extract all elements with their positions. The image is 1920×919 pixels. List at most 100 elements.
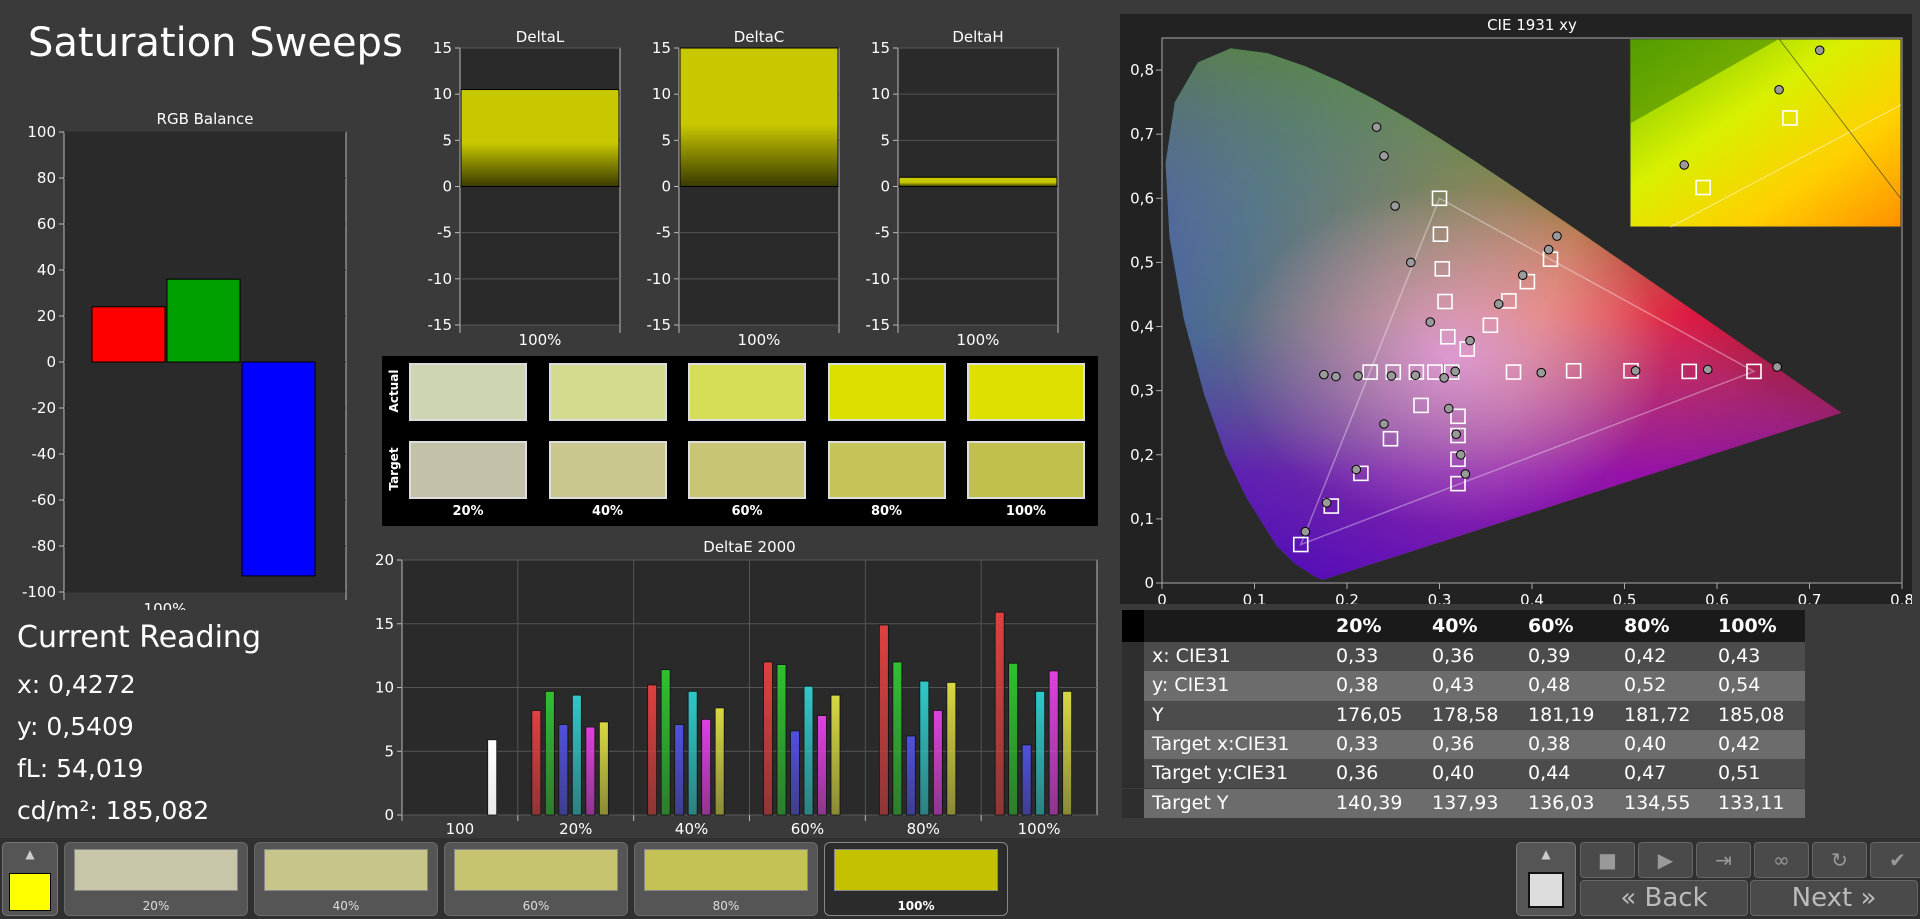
delta-e-bar <box>647 684 658 816</box>
table-cell: 176,05 <box>1336 703 1403 726</box>
thumb-label: 40% <box>332 899 360 913</box>
target-swatch <box>967 441 1085 499</box>
row-label: Target Y <box>1152 791 1229 814</box>
thumb-swatch <box>834 849 998 891</box>
y-tick-label: -5 <box>437 224 452 242</box>
table-cell: 178,58 <box>1432 703 1499 726</box>
chevron-up-icon[interactable]: ▲ <box>20 846 40 862</box>
swatch-panel: Actual Target 20% 40% 60% 80% 100% <box>382 356 1098 526</box>
y-tick-label: 0,2 <box>1130 446 1154 464</box>
actual-marker <box>1552 231 1562 241</box>
y-tick-label: -15 <box>866 316 891 334</box>
delta-e-bar <box>803 685 814 816</box>
back-button[interactable]: « Back <box>1580 880 1748 916</box>
y-tick-label: 10 <box>375 679 394 697</box>
y-tick-label: 0,8 <box>1130 61 1154 79</box>
actual-marker <box>1455 449 1466 460</box>
delta-e-bar <box>660 669 671 816</box>
actual-marker <box>1300 526 1311 537</box>
current-reading-title: Current Reading <box>17 620 261 655</box>
x-tick-label: 0,5 <box>1613 591 1637 604</box>
thumb-swatch <box>454 849 618 891</box>
next-button[interactable]: Next » <box>1750 880 1918 916</box>
rgb-bar <box>166 278 241 363</box>
actual-marker <box>1630 365 1641 376</box>
delta-e-bar <box>994 611 1005 816</box>
table-cell: 0,38 <box>1528 732 1571 755</box>
actual-marker <box>1410 370 1421 381</box>
window-pattern-icon <box>1528 872 1564 908</box>
table-cell: 0,43 <box>1718 645 1761 667</box>
delta-e-bar <box>1048 670 1059 816</box>
back-label: Back <box>1644 883 1708 913</box>
x-tick-label: 100% <box>738 331 781 349</box>
thumb-label: 100% <box>897 899 935 913</box>
x-tick-label: 100% <box>957 331 1000 349</box>
delta-e-bar <box>687 690 698 816</box>
check-icon[interactable]: ✔ <box>1870 842 1920 878</box>
table-cell: 0,33 <box>1336 645 1379 667</box>
y-tick-label: 10 <box>871 85 890 103</box>
loop-icon[interactable]: ∞ <box>1754 842 1809 878</box>
y-tick-label: -15 <box>428 316 453 334</box>
table-cell: 140,39 <box>1336 791 1403 814</box>
x-tick-label: 0,7 <box>1798 591 1822 604</box>
sweep-thumb[interactable]: 20% <box>64 842 248 916</box>
refresh-icon[interactable]: ↻ <box>1812 842 1867 878</box>
actual-marker <box>1386 371 1397 381</box>
actual-marker <box>1439 373 1449 383</box>
sweep-thumb[interactable]: 80% <box>634 842 818 916</box>
delta-h-chart: DeltaH 15 10 5 0 -5 -10 -15 100% <box>866 28 1059 349</box>
y-tick-label: 15 <box>375 615 394 633</box>
sweep-thumb[interactable]: 40% <box>254 842 438 916</box>
delta-e-bar <box>946 681 957 816</box>
play-icon[interactable]: ▶ <box>1638 842 1693 878</box>
actual-marker <box>1353 371 1363 381</box>
y-tick-label: 0 <box>661 178 671 196</box>
swatch-label: 20% <box>452 504 484 519</box>
actual-marker <box>1493 299 1504 309</box>
table-corner <box>1122 610 1144 642</box>
actual-marker <box>1702 364 1713 375</box>
swatch-label: 100% <box>1005 504 1047 519</box>
delta-bar <box>898 176 1058 187</box>
actual-marker <box>1460 469 1471 479</box>
actual-swatch <box>827 363 946 421</box>
delta-e-bar <box>487 739 498 816</box>
table-header-cell: 60% <box>1528 615 1574 637</box>
page-title: Saturation Sweeps <box>28 20 403 66</box>
table-header-cell: 20% <box>1336 615 1382 637</box>
stop-icon[interactable]: ■ <box>1580 842 1635 878</box>
table-cell: 0,36 <box>1336 762 1379 785</box>
x-tick-label: 0,6 <box>1705 591 1729 604</box>
chart-title: DeltaE 2000 <box>703 538 795 556</box>
y-tick-label: 20 <box>37 307 56 325</box>
sweep-thumb[interactable]: 100% <box>824 842 1008 916</box>
table-cell: 133,11 <box>1718 791 1785 814</box>
y-tick-label: 0 <box>880 178 890 196</box>
actual-swatch <box>548 363 667 421</box>
sweep-thumb[interactable]: 60% <box>444 842 628 916</box>
row-indicator <box>1122 642 1144 672</box>
target-swatch <box>688 441 806 499</box>
table-cell: 181,19 <box>1528 703 1595 726</box>
y-tick-label: 5 <box>442 131 452 149</box>
chevron-up-icon[interactable]: ▲ <box>1536 846 1556 862</box>
y-tick-label: 15 <box>871 39 890 57</box>
rgb-balance-chart: RGB Balance 100 80 60 40 20 0 -20 -40 -60 -80 -100 1… <box>22 110 347 610</box>
y-tick-label: 0,3 <box>1130 382 1154 400</box>
target-swatch <box>409 441 527 499</box>
y-tick-label: -100 <box>22 583 56 601</box>
delta-e-bar <box>905 735 916 816</box>
table-cell: 181,72 <box>1624 703 1691 726</box>
delta-e-bar <box>1008 662 1019 816</box>
rgb-bar <box>241 361 316 577</box>
reading-cdm2: cd/m²: 185,082 <box>17 796 210 825</box>
row-indicator <box>1122 700 1144 730</box>
y-tick-label: -80 <box>32 537 57 555</box>
y-tick-label: -15 <box>647 316 672 334</box>
y-tick-label: -10 <box>647 270 672 288</box>
step-icon[interactable]: ⇥ <box>1696 842 1751 878</box>
y-tick-label: 0,5 <box>1130 253 1154 271</box>
x-tick-label: 0,4 <box>1520 591 1544 604</box>
